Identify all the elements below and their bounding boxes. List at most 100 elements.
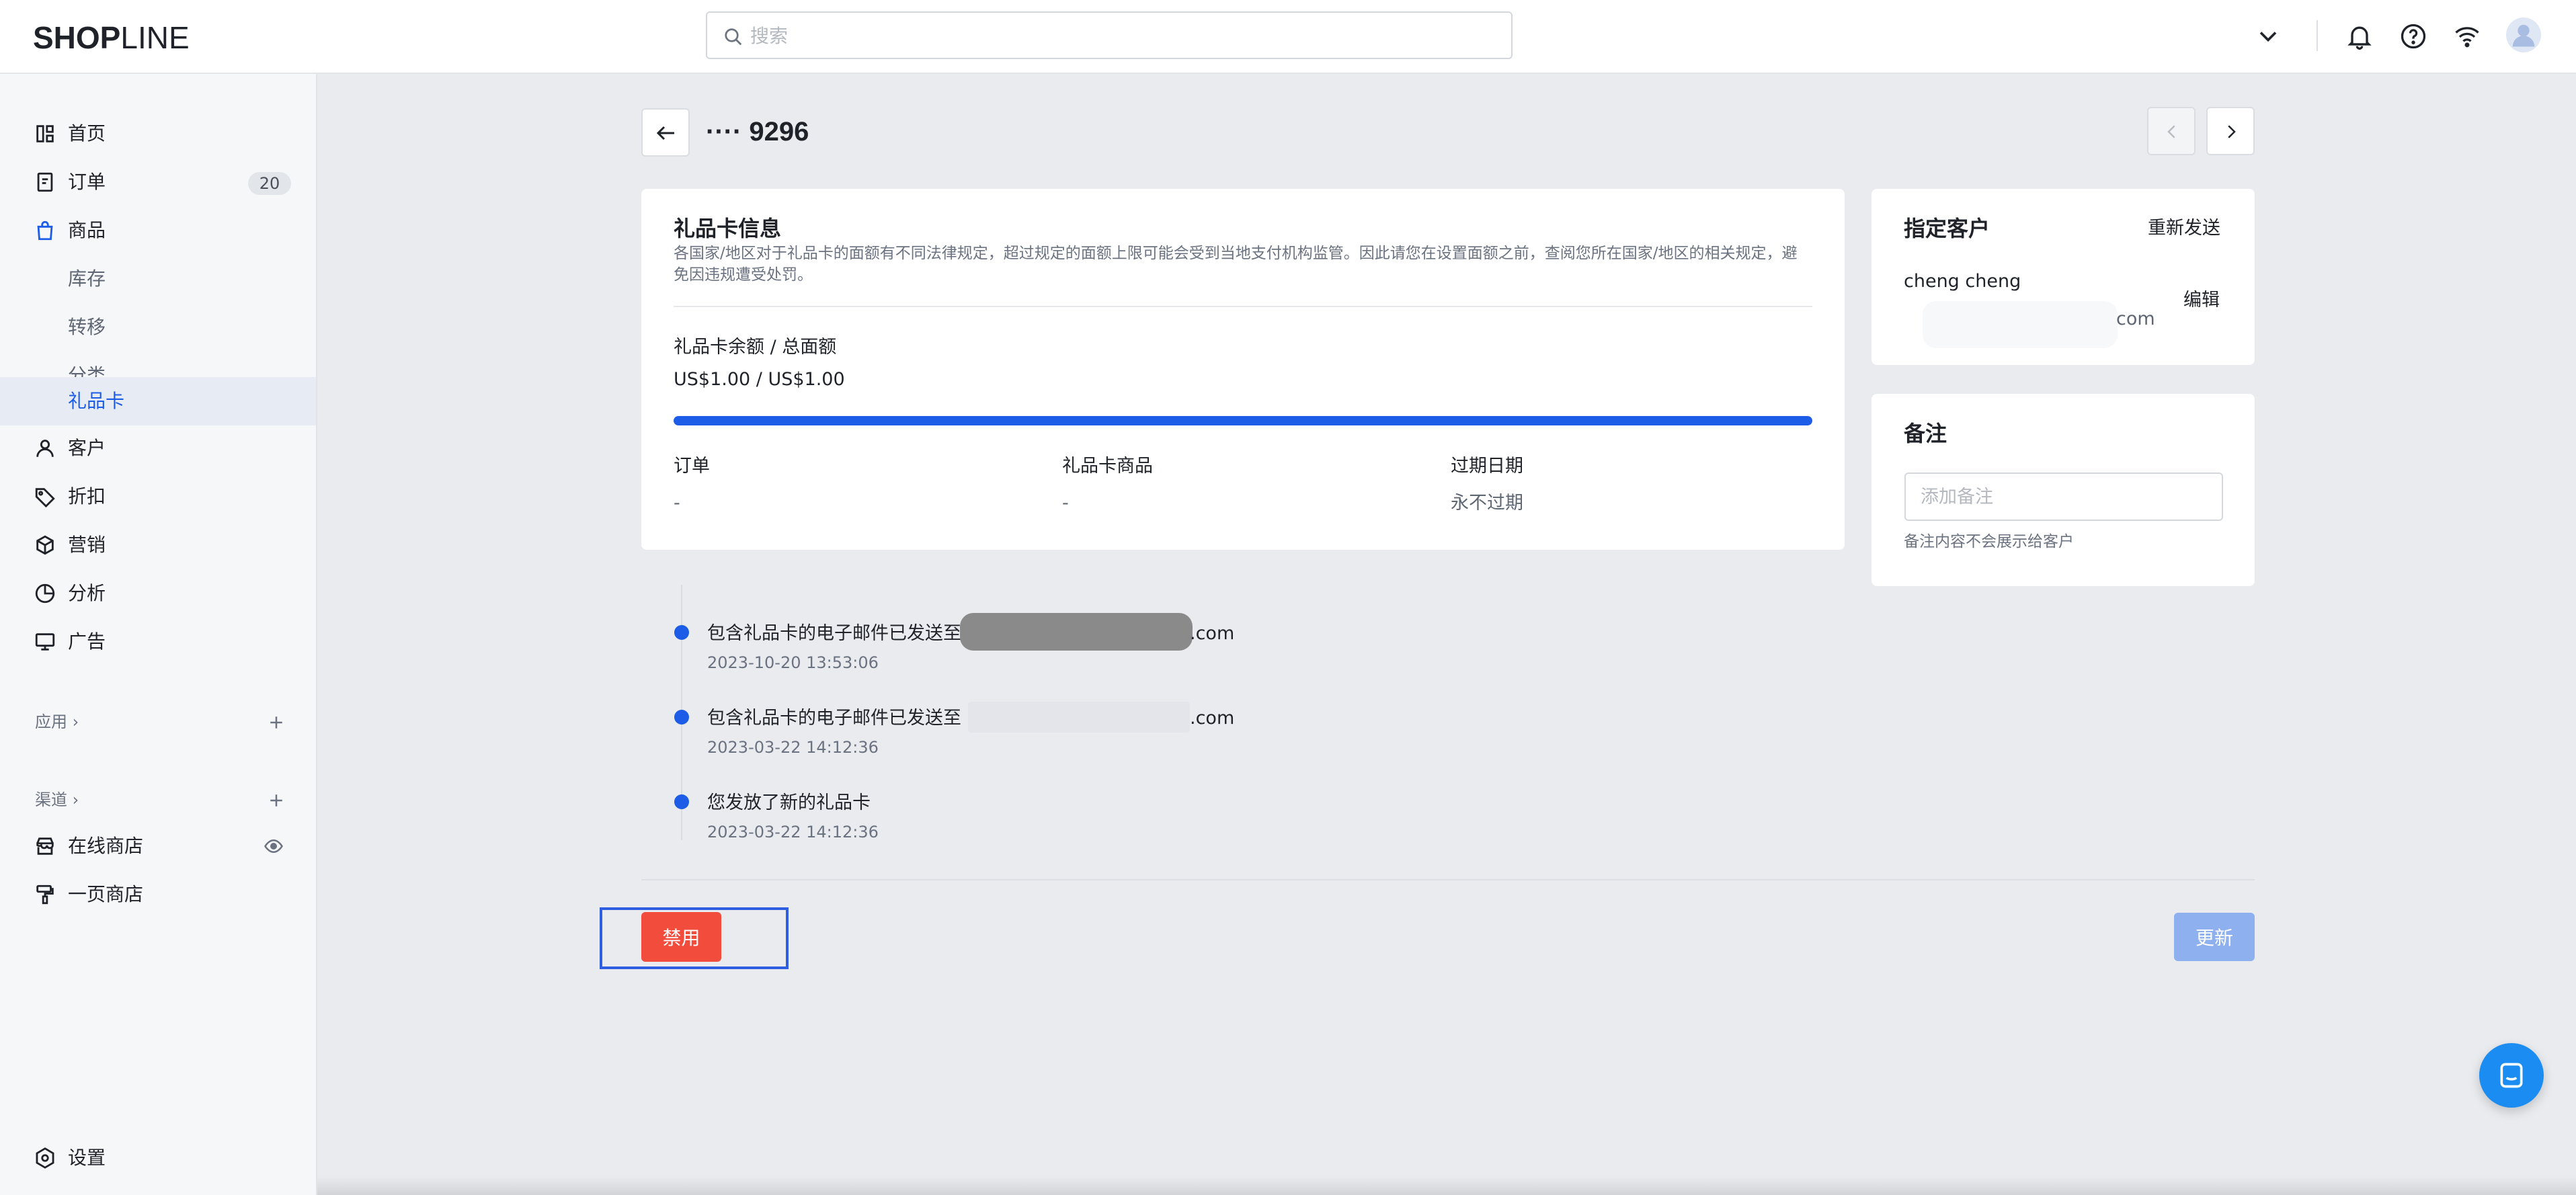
update-button[interactable]: 更新 — [2174, 913, 2255, 961]
timeline-event-text: 包含礼品卡的电子邮件已发送至 — [707, 708, 961, 729]
channels-section-label: 渠道 — [35, 790, 67, 809]
customer-name-link[interactable]: cheng cheng — [1904, 269, 2021, 294]
edit-customer-link[interactable]: 编辑 — [2183, 288, 2220, 313]
timeline-event-time: 2023-03-22 14:12:36 — [707, 823, 879, 841]
sidebar-item-discounts[interactable]: 折扣 — [0, 473, 316, 520]
sidebar-item-label: 营销 — [68, 534, 106, 556]
product-label: 礼品卡商品 — [1062, 456, 1153, 477]
gear-icon — [36, 1147, 54, 1169]
previous-record-button[interactable] — [2147, 107, 2196, 155]
wifi-icon[interactable] — [2452, 22, 2482, 51]
sidebar-item-marketing[interactable]: 营销 — [0, 522, 316, 569]
sidebar-item-ads[interactable]: 广告 — [0, 618, 316, 665]
chat-icon — [2500, 1063, 2523, 1088]
balance-value: US$1.00 / US$1.00 — [674, 369, 845, 390]
gift-card-info-description: 各国家/地区对于礼品卡的面额有不同法律规定，超过规定的面额上限可能会受到当地支付… — [674, 245, 1798, 284]
timeline-email-suffix: .com — [1190, 623, 1235, 644]
arrow-left-icon — [656, 126, 674, 140]
sidebar-item-one-page-store[interactable]: 一页商店 — [0, 871, 316, 918]
apps-section-label: 应用 — [35, 712, 67, 731]
sidebar-item-transfers[interactable]: 转移 — [0, 304, 316, 351]
expiry-value: 永不过期 — [1451, 493, 1523, 513]
eye-icon[interactable] — [262, 836, 285, 856]
timeline-email-suffix: .com — [1190, 708, 1235, 729]
chevron-down-icon[interactable] — [2253, 22, 2283, 51]
sidebar-item-analytics[interactable]: 分析 — [0, 570, 316, 617]
store-icon — [36, 837, 54, 855]
chat-support-button[interactable] — [2479, 1043, 2544, 1108]
note-hint: 备注内容不会展示给客户 — [1904, 533, 2074, 550]
expiry-label: 过期日期 — [1451, 456, 1523, 477]
help-icon[interactable] — [2399, 22, 2428, 51]
note-input[interactable] — [1904, 472, 2223, 521]
next-record-button[interactable] — [2206, 107, 2255, 155]
timeline-dot — [674, 625, 689, 640]
apps-section-header[interactable]: 应用 › — [35, 710, 79, 733]
sidebar-item-settings[interactable]: 设置 — [0, 1135, 316, 1182]
sidebar-item-label: 广告 — [68, 630, 106, 653]
timeline-dot — [674, 710, 689, 725]
sidebar-item-label: 设置 — [68, 1147, 106, 1169]
gift-card-info-title: 礼品卡信息 — [674, 216, 782, 241]
resend-link[interactable]: 重新发送 — [2148, 216, 2220, 241]
cube-icon — [36, 535, 54, 555]
timeline-dot — [674, 794, 689, 809]
balance-progress-fill — [674, 416, 1812, 425]
add-app-icon[interactable] — [266, 712, 286, 733]
sidebar-item-products[interactable]: 商品 — [0, 207, 316, 254]
pie-chart-icon — [35, 583, 55, 604]
redacted-email-block — [960, 613, 1193, 651]
bell-icon[interactable] — [2345, 22, 2374, 51]
sidebar-item-label: 客户 — [68, 437, 106, 459]
product-value: - — [1062, 493, 1069, 513]
search-icon — [725, 28, 742, 46]
search-input[interactable] — [750, 21, 1490, 50]
chevron-right-icon — [2228, 125, 2236, 138]
timeline-event-time: 2023-10-20 13:53:06 — [707, 653, 879, 672]
header-divider — [2317, 20, 2318, 51]
order-label: 订单 — [674, 456, 710, 477]
back-button[interactable] — [641, 108, 690, 157]
orders-icon — [37, 172, 53, 192]
top-bar: SHOPLINE — [0, 0, 2576, 74]
logo-text-thin: LINE — [120, 20, 190, 55]
sidebar-item-label: 一页商店 — [68, 883, 144, 905]
balance-label: 礼品卡余额 / 总面额 — [674, 337, 837, 358]
add-channel-icon[interactable] — [266, 790, 286, 811]
shopping-bag-icon — [37, 220, 53, 241]
footer-divider — [641, 879, 2255, 880]
logo-text-bold: SHOP — [33, 20, 121, 55]
customer-card-title: 指定客户 — [1904, 216, 1990, 241]
redacted-email-block — [968, 702, 1190, 733]
redacted-email — [1923, 301, 2118, 348]
sidebar-item-orders[interactable]: 订单 20 — [0, 159, 316, 206]
ad-screen-icon — [35, 633, 55, 651]
balance-progress-bar — [674, 416, 1812, 425]
channels-section-header[interactable]: 渠道 › — [35, 788, 79, 811]
page-title: ···· 9296 — [706, 117, 809, 147]
tag-icon — [35, 488, 55, 508]
sidebar-item-label: 在线商店 — [68, 835, 144, 857]
sidebar-item-customers[interactable]: 客户 — [0, 425, 316, 472]
note-card-title: 备注 — [1904, 421, 1947, 446]
disable-button[interactable]: 禁用 — [641, 912, 721, 962]
sidebar-item-online-store[interactable]: 在线商店 — [0, 823, 316, 870]
orders-count-badge: 20 — [248, 172, 291, 195]
timeline-event-text: 包含礼品卡的电子邮件已发送至 — [707, 623, 961, 644]
sidebar-item-label: 分析 — [68, 582, 106, 604]
order-value: - — [674, 493, 680, 513]
sidebar-item-label: 礼品卡 — [68, 390, 125, 412]
sidebar-item-label: 订单 — [68, 171, 106, 193]
sidebar-item-home[interactable]: 首页 — [0, 110, 316, 157]
sidebar-item-label: 库存 — [68, 267, 106, 290]
shopline-logo[interactable]: SHOPLINE — [33, 19, 190, 56]
bottom-shadow — [317, 1176, 2576, 1195]
sidebar-item-label: 折扣 — [68, 485, 106, 507]
sidebar-item-label: 转移 — [68, 316, 106, 338]
global-search[interactable] — [706, 11, 1513, 59]
sidebar-item-gift-cards[interactable]: 礼品卡 — [0, 377, 316, 425]
avatar-icon[interactable] — [2506, 17, 2541, 52]
person-icon — [36, 440, 54, 457]
paint-roller-icon — [36, 884, 54, 905]
sidebar-item-inventory[interactable]: 库存 — [0, 255, 316, 302]
